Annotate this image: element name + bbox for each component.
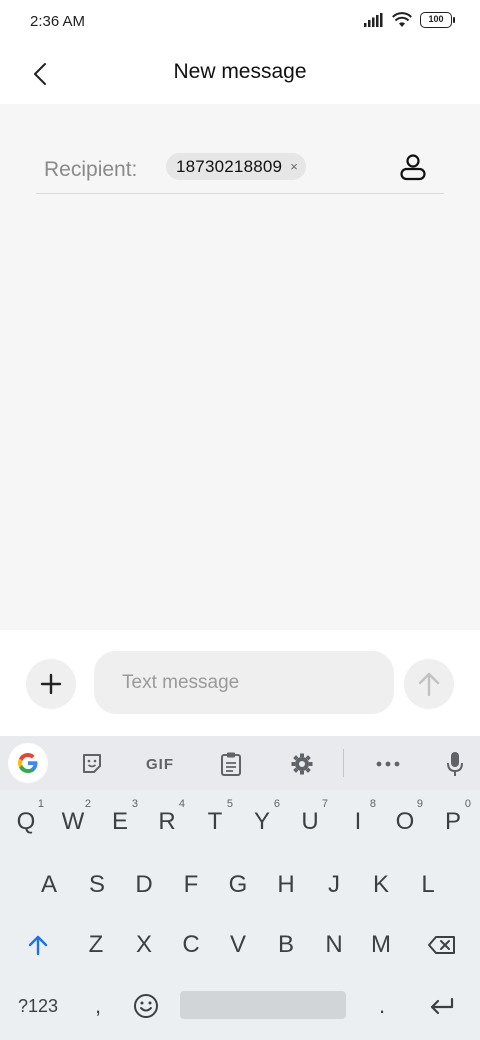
key-t[interactable]: T5 <box>193 796 237 848</box>
plus-icon <box>40 673 62 695</box>
toolbar-divider <box>343 749 344 777</box>
google-button[interactable] <box>8 743 48 783</box>
key-g[interactable]: G <box>216 859 260 911</box>
recipient-chip[interactable]: 18730218809 × <box>166 153 306 180</box>
chip-remove-icon[interactable]: × <box>290 159 298 174</box>
key-s[interactable]: S <box>75 859 119 911</box>
gear-icon <box>291 753 313 775</box>
status-icons: 100 <box>364 12 455 28</box>
key-r[interactable]: R4 <box>145 796 189 848</box>
enter-icon <box>430 997 454 1015</box>
contacts-button[interactable] <box>396 150 430 184</box>
key-u[interactable]: U7 <box>288 796 332 848</box>
battery-level: 100 <box>428 14 444 24</box>
settings-button[interactable] <box>282 744 322 784</box>
sticker-icon <box>83 754 101 773</box>
sticker-button[interactable] <box>72 744 112 784</box>
add-attachment-button[interactable] <box>26 659 76 709</box>
recipient-chip-number: 18730218809 <box>176 156 283 176</box>
symbols-key[interactable]: ?123 <box>10 980 66 1032</box>
message-content-area: Recipient: 18730218809 × <box>0 104 480 630</box>
key-b[interactable]: B <box>264 919 308 971</box>
battery-icon: 100 <box>420 12 455 28</box>
send-arrow-icon <box>418 672 440 697</box>
key-h[interactable]: H <box>264 859 308 911</box>
status-time: 2:36 AM <box>30 13 86 30</box>
wifi-icon <box>392 12 412 27</box>
header: New message <box>0 44 480 104</box>
key-z[interactable]: Z <box>74 919 118 971</box>
period-key[interactable]: . <box>360 980 404 1032</box>
message-input[interactable] <box>94 651 394 714</box>
key-q[interactable]: Q1 <box>4 796 48 848</box>
clipboard-icon <box>221 752 241 776</box>
voice-input-button[interactable] <box>435 744 475 784</box>
key-l[interactable]: L <box>406 859 450 911</box>
person-icon <box>400 154 426 181</box>
key-j[interactable]: J <box>312 859 356 911</box>
clipboard-button[interactable] <box>211 744 251 784</box>
enter-key[interactable] <box>418 980 466 1032</box>
keyboard: GIF Q 1 W 2 E 3 R 4 T 5 Y 6 U 7 I 8 O 9 … <box>0 736 480 1040</box>
signal-icon <box>364 13 383 27</box>
shift-key[interactable] <box>14 919 62 971</box>
more-options-button[interactable] <box>368 744 408 784</box>
key-k[interactable]: K <box>359 859 403 911</box>
key-x[interactable]: X <box>122 919 166 971</box>
google-logo-icon <box>18 753 38 773</box>
key-f[interactable]: F <box>169 859 213 911</box>
key-c[interactable]: C <box>169 919 213 971</box>
key-e[interactable]: E3 <box>98 796 142 848</box>
backspace-key[interactable] <box>418 919 466 971</box>
key-y[interactable]: Y6 <box>240 796 284 848</box>
keyboard-toolbar: GIF <box>0 736 480 790</box>
status-bar: 2:36 AM 100 <box>0 0 480 44</box>
page-title: New message <box>173 60 307 83</box>
key-v[interactable]: V <box>216 919 260 971</box>
recipient-row[interactable]: Recipient: 18730218809 × <box>36 148 444 194</box>
comma-key[interactable]: , <box>76 980 120 1032</box>
key-w[interactable]: W2 <box>51 796 95 848</box>
key-i[interactable]: I8 <box>336 796 380 848</box>
emoji-key[interactable] <box>126 980 166 1032</box>
send-button[interactable] <box>404 659 454 709</box>
key-n[interactable]: N <box>312 919 356 971</box>
key-o[interactable]: O9 <box>383 796 427 848</box>
key-d[interactable]: D <box>122 859 166 911</box>
key-a[interactable]: A <box>27 859 71 911</box>
gif-button[interactable]: GIF <box>140 744 180 784</box>
compose-bar <box>0 630 480 736</box>
recipient-label: Recipient: <box>44 158 138 181</box>
key-m[interactable]: M <box>359 919 403 971</box>
more-dots-icon <box>376 761 400 767</box>
microphone-icon <box>447 752 463 776</box>
backspace-icon <box>428 936 455 954</box>
emoji-icon <box>134 994 158 1018</box>
spacebar[interactable] <box>180 991 346 1019</box>
key-p[interactable]: P0 <box>431 796 475 848</box>
shift-arrow-icon <box>28 935 48 956</box>
